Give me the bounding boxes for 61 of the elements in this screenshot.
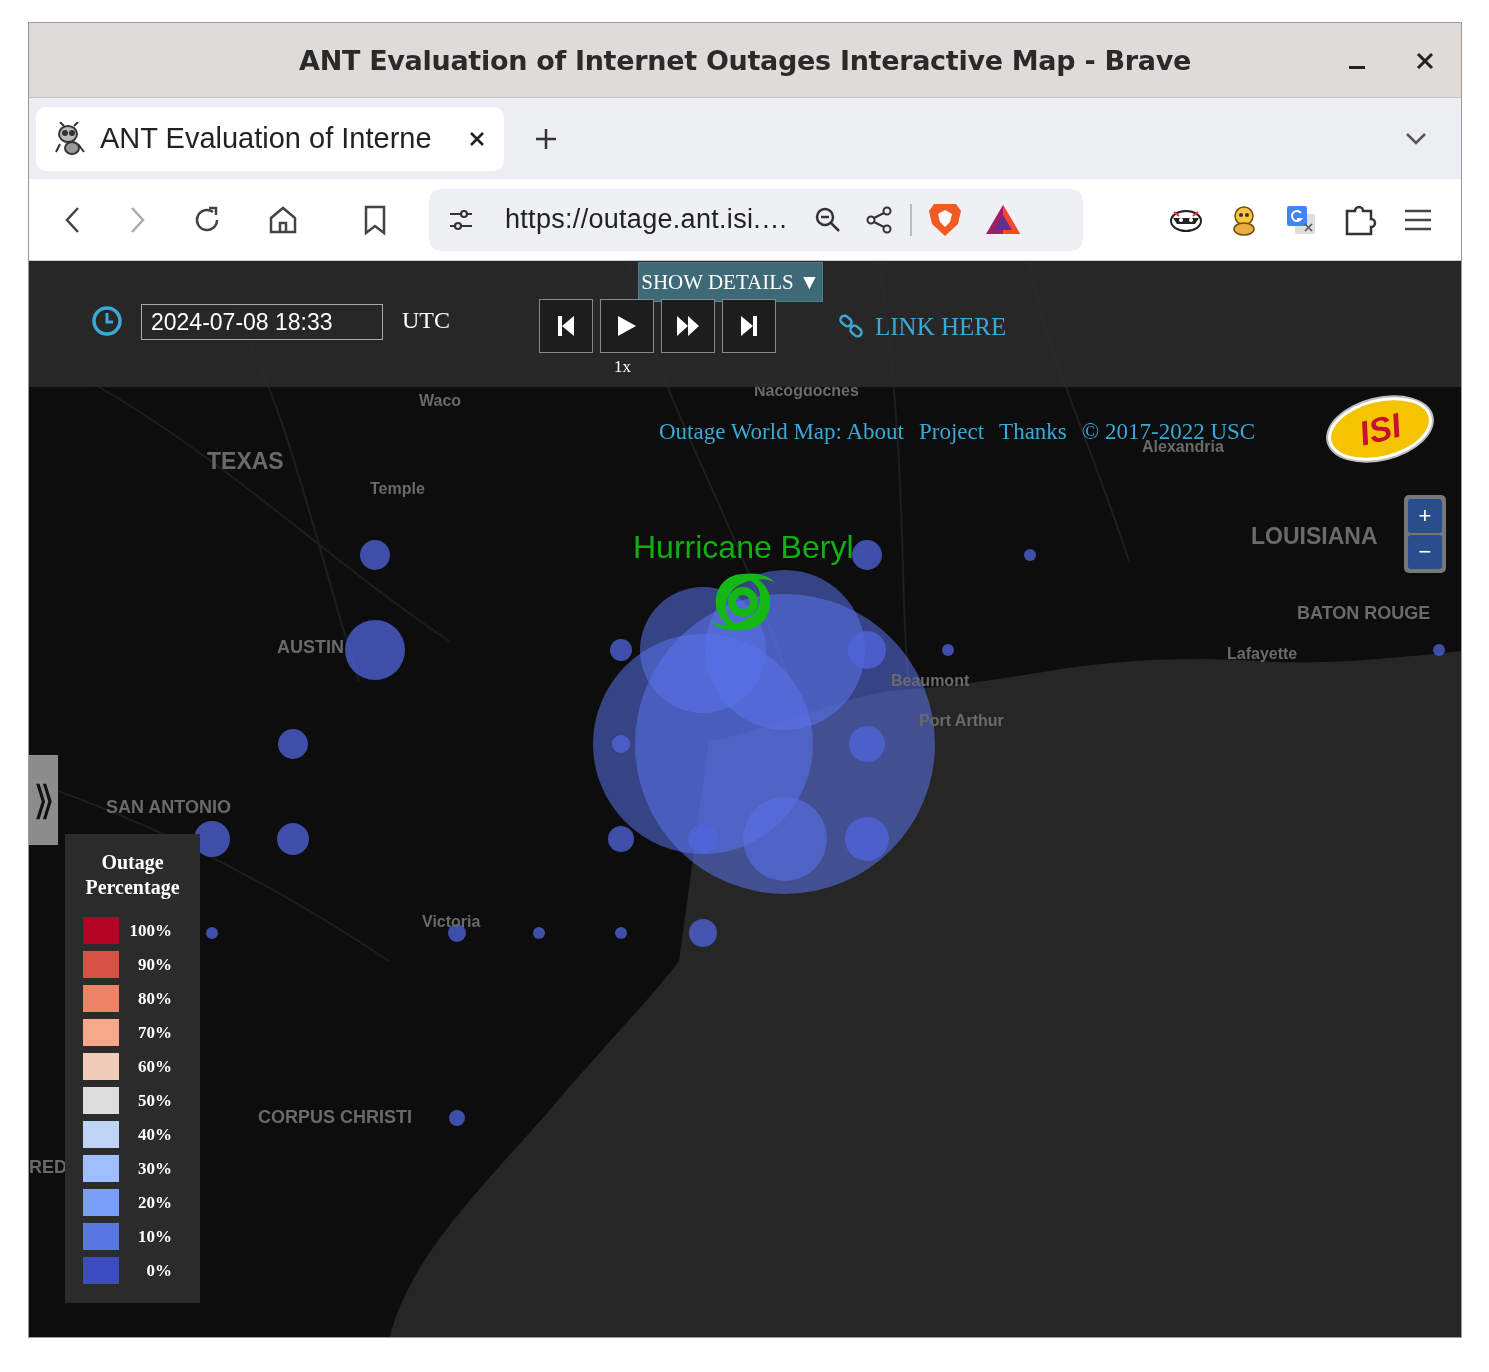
legend-label: 10% <box>137 1226 172 1247</box>
outage-circle[interactable] <box>640 587 766 713</box>
place-label: Waco <box>419 392 462 410</box>
hurricane-label: Hurricane Beryl <box>633 529 854 566</box>
legend-label: 20% <box>137 1192 172 1213</box>
timezone-label: UTC <box>402 307 450 334</box>
play-button[interactable] <box>600 299 654 353</box>
zoom-in-button[interactable]: + <box>1408 499 1442 533</box>
close-icon[interactable] <box>1415 51 1435 71</box>
footer-link[interactable]: Thanks <box>999 419 1067 445</box>
place-label: Victoria <box>422 913 481 931</box>
footer-link[interactable]: Project <box>918 419 985 445</box>
skip-back-button[interactable] <box>539 299 593 353</box>
fast-forward-button[interactable] <box>661 299 715 353</box>
place-label: Alexandria <box>1142 438 1224 456</box>
address-bar[interactable]: https://outage.ant.isi.… <box>429 188 1083 251</box>
browser-tab[interactable]: ANT Evaluation of Interne <box>36 106 504 171</box>
legend-label: 30% <box>137 1158 172 1179</box>
legend-label: 70% <box>137 1022 172 1043</box>
legend-label: 50% <box>137 1090 172 1111</box>
lion-shield-icon[interactable] <box>928 201 963 238</box>
place-label: Nacogdoches <box>754 382 859 400</box>
link-icon[interactable] <box>838 313 864 339</box>
place-label: SAN ANTONIO <box>106 797 231 818</box>
place-label: TEXAS <box>207 448 284 475</box>
bookmark-icon[interactable] <box>363 203 387 236</box>
skip-forward-icon <box>740 315 758 337</box>
place-label: RED <box>29 1157 67 1178</box>
play-icon <box>617 315 637 337</box>
place-label: LOUISIANA <box>1251 523 1378 550</box>
legend-label: 40% <box>137 1124 172 1145</box>
show-details-button[interactable]: SHOW DETAILS ▼ <box>638 262 823 302</box>
legend-label: 60% <box>137 1056 172 1077</box>
fast-forward-icon <box>676 315 700 337</box>
panel-toggle-button[interactable]: ⟫ <box>29 755 58 845</box>
place-label: Lafayette <box>1227 645 1298 663</box>
translate-icon[interactable] <box>1285 203 1317 236</box>
place-label: AUSTIN <box>277 637 344 658</box>
ant-icon <box>54 121 86 156</box>
datetime-field[interactable]: 2024-07-08 18:33 <box>141 304 383 340</box>
close-tab-icon[interactable] <box>468 129 486 148</box>
legend-label: 80% <box>137 988 172 1009</box>
speed-label: 1x <box>614 357 631 377</box>
menu-icon[interactable] <box>1403 207 1433 232</box>
place-label: CORPUS CHRISTI <box>258 1107 412 1128</box>
clock-icon <box>91 305 123 337</box>
url-text[interactable]: https://outage.ant.isi.… <box>505 204 789 235</box>
place-label: BATON ROUGE <box>1297 603 1431 624</box>
legend-title: Outage Percentage <box>84 850 181 900</box>
chevron-down-icon[interactable] <box>1405 131 1427 146</box>
legend-label: 90% <box>137 954 172 975</box>
link-here-link[interactable]: LINK HERE <box>875 313 1007 341</box>
window-title: ANT Evaluation of Internet Outages Interactive Map - Brave <box>299 44 1191 76</box>
skip-forward-button[interactable] <box>722 299 776 353</box>
legend-label: 100% <box>128 920 172 941</box>
legend-label: 0% <box>145 1260 172 1281</box>
place-label: Temple <box>370 480 425 498</box>
skip-back-icon <box>557 315 575 337</box>
new-tab-icon[interactable] <box>534 126 558 151</box>
zoom-out-button[interactable]: − <box>1408 535 1442 569</box>
footer-link[interactable]: Outage World Map: About <box>659 419 904 445</box>
